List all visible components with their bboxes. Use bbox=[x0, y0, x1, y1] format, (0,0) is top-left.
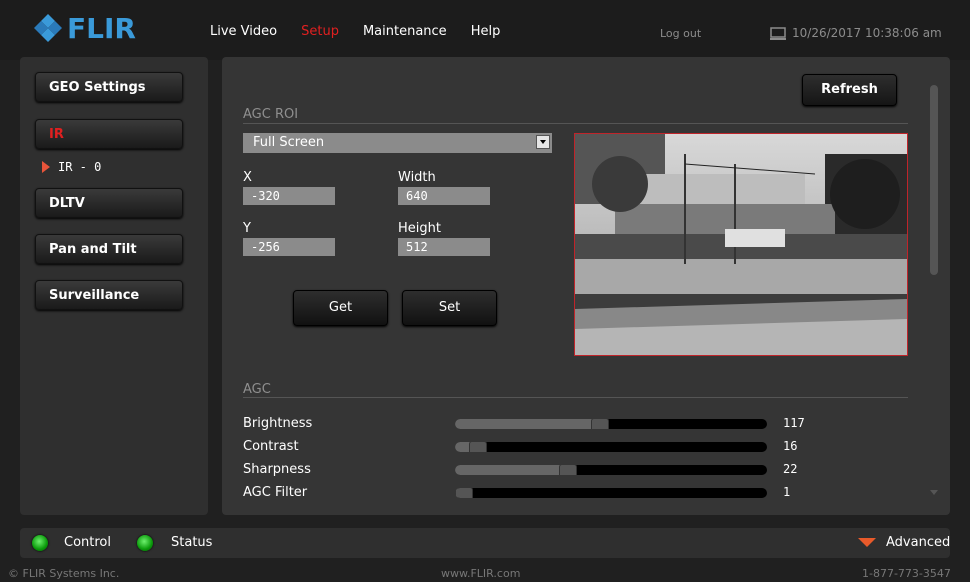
website-link[interactable]: www.FLIR.com bbox=[441, 567, 520, 580]
sharpness-row: Sharpness 22 bbox=[243, 462, 843, 482]
sharpness-value: 22 bbox=[783, 462, 798, 476]
agc-section-title: AGC bbox=[243, 382, 271, 397]
sharpness-label: Sharpness bbox=[243, 462, 311, 477]
sidebar-item-pan-and-tilt[interactable]: Pan and Tilt bbox=[35, 234, 183, 264]
monitor-icon bbox=[770, 26, 786, 40]
sharpness-slider[interactable] bbox=[455, 465, 767, 475]
agc-roi-section-title: AGC ROI bbox=[243, 107, 299, 122]
section-divider bbox=[243, 123, 908, 124]
datetime-display: 10/26/2017 10:38:06 am bbox=[770, 26, 942, 40]
status-led-icon bbox=[137, 535, 153, 551]
control-label[interactable]: Control bbox=[64, 535, 111, 550]
brightness-label: Brightness bbox=[243, 416, 313, 431]
phone-number: 1-877-773-3547 bbox=[862, 567, 951, 580]
contrast-label: Contrast bbox=[243, 439, 299, 454]
sidebar-item-geo-settings[interactable]: GEO Settings bbox=[35, 72, 183, 102]
height-field[interactable]: 512 bbox=[398, 238, 490, 256]
y-field[interactable]: -256 bbox=[243, 238, 335, 256]
ir-video-preview[interactable] bbox=[574, 133, 908, 356]
contrast-slider[interactable] bbox=[455, 442, 767, 452]
chevron-down-icon[interactable] bbox=[858, 538, 876, 547]
brightness-slider[interactable] bbox=[455, 419, 767, 429]
slider-handle[interactable] bbox=[559, 465, 578, 475]
roi-mode-select[interactable]: Full Screen bbox=[243, 133, 552, 153]
slider-handle[interactable] bbox=[590, 419, 609, 429]
sidebar-subitem-ir-0[interactable]: IR - 0 bbox=[42, 160, 101, 174]
slider-fill bbox=[455, 465, 568, 475]
sidebar-item-dltv[interactable]: DLTV bbox=[35, 188, 183, 218]
scrollbar-thumb[interactable] bbox=[930, 85, 938, 275]
roi-mode-value: Full Screen bbox=[253, 135, 325, 150]
get-button[interactable]: Get bbox=[293, 290, 388, 326]
height-label: Height bbox=[398, 221, 441, 236]
slider-handle[interactable] bbox=[455, 488, 473, 498]
slider-fill bbox=[455, 419, 599, 429]
section-divider bbox=[243, 397, 908, 398]
scroll-down-arrow-icon[interactable] bbox=[930, 490, 938, 495]
width-field[interactable]: 640 bbox=[398, 187, 490, 205]
nav-help[interactable]: Help bbox=[471, 24, 501, 39]
status-bar: Control Status Advanced bbox=[20, 528, 950, 558]
chevron-down-icon[interactable] bbox=[536, 135, 550, 149]
sidebar: GEO Settings IR IR - 0 DLTV Pan and Tilt… bbox=[20, 57, 208, 515]
agc-filter-row: AGC Filter 1 bbox=[243, 485, 843, 505]
flir-logo-icon bbox=[34, 14, 62, 42]
contrast-row: Contrast 16 bbox=[243, 439, 843, 459]
datetime-text: 10/26/2017 10:38:06 am bbox=[792, 26, 942, 40]
y-label: Y bbox=[243, 221, 251, 236]
set-button[interactable]: Set bbox=[402, 290, 497, 326]
status-label[interactable]: Status bbox=[171, 535, 212, 550]
main-panel: Refresh AGC ROI Full Screen X -320 Width… bbox=[222, 57, 950, 515]
nav-setup[interactable]: Setup bbox=[301, 24, 339, 39]
agc-filter-value: 1 bbox=[783, 485, 791, 499]
arrow-right-icon bbox=[42, 161, 50, 173]
contrast-value: 16 bbox=[783, 439, 798, 453]
agc-filter-label: AGC Filter bbox=[243, 485, 308, 500]
top-header: FLIR Live Video Setup Maintenance Help L… bbox=[0, 0, 970, 60]
slider-handle[interactable] bbox=[468, 442, 487, 452]
advanced-toggle[interactable]: Advanced bbox=[886, 535, 950, 550]
agc-filter-slider[interactable] bbox=[455, 488, 767, 498]
ir-thermal-image bbox=[575, 134, 907, 355]
copyright-text: © FLIR Systems Inc. bbox=[8, 567, 120, 580]
main-nav: Live Video Setup Maintenance Help bbox=[210, 24, 524, 39]
x-field[interactable]: -320 bbox=[243, 187, 335, 205]
sidebar-item-ir[interactable]: IR bbox=[35, 119, 183, 149]
x-label: X bbox=[243, 170, 252, 185]
logout-link[interactable]: Log out bbox=[660, 27, 701, 40]
scrollbar[interactable] bbox=[930, 77, 938, 495]
brightness-row: Brightness 117 bbox=[243, 416, 843, 436]
nav-maintenance[interactable]: Maintenance bbox=[363, 24, 447, 39]
flir-logo[interactable]: FLIR bbox=[33, 11, 136, 45]
sidebar-item-surveillance[interactable]: Surveillance bbox=[35, 280, 183, 310]
brightness-value: 117 bbox=[783, 416, 805, 430]
control-led-icon bbox=[32, 535, 48, 551]
refresh-button[interactable]: Refresh bbox=[802, 74, 897, 106]
nav-live-video[interactable]: Live Video bbox=[210, 24, 277, 39]
sidebar-subitem-label: IR - 0 bbox=[58, 160, 102, 174]
width-label: Width bbox=[398, 170, 436, 185]
logo-text: FLIR bbox=[67, 11, 136, 45]
